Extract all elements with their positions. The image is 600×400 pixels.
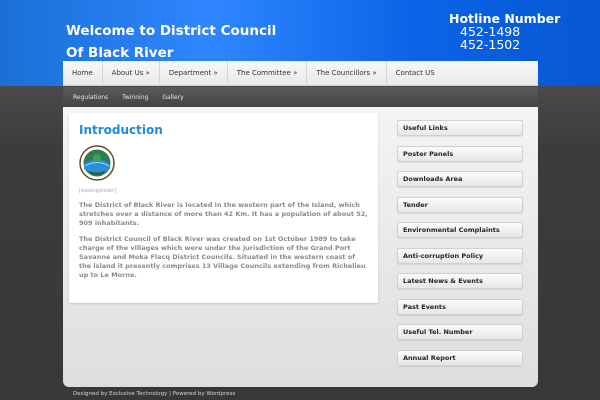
sidebar-item-useful-tel-number[interactable]: Useful Tel. Number <box>397 324 523 340</box>
sidebar-item-past-events[interactable]: Past Events <box>397 298 523 315</box>
council-logo <box>79 145 115 181</box>
nav-item-department[interactable]: Department » <box>160 60 228 86</box>
site-title-line2[interactable]: Of Black River <box>66 44 276 62</box>
nav-item-home[interactable]: Home <box>63 60 103 86</box>
sidebar-item-poster-panels[interactable]: Poster Panels <box>397 145 523 162</box>
nav-item-about-us[interactable]: About Us » <box>103 60 160 86</box>
main-nav: Home About Us » Department » The Committ… <box>63 60 538 86</box>
council-logo-icon <box>79 145 115 181</box>
sidebar-item-tender[interactable]: Tender <box>397 196 523 213</box>
nav-item-the-councillors[interactable]: The Councillors » <box>307 60 387 86</box>
sidebar-item-annual-report[interactable]: Annual Report <box>397 349 523 366</box>
footer-credits: Designed by Exclusive Technology | Power… <box>73 391 236 397</box>
site-title[interactable]: Welcome to District Council Of Black Riv… <box>66 22 276 66</box>
content-panel: Introduction [easingslider] The District… <box>69 113 378 303</box>
sidebar-item-latest-news-events[interactable]: Latest News & Events <box>397 273 523 289</box>
sub-nav: Regulations Twinning Gallery <box>63 87 538 107</box>
site-title-line1[interactable]: Welcome to District Council <box>66 22 276 40</box>
intro-paragraph-1: The District of Black River is located i… <box>79 201 368 227</box>
sidebar-item-useful-links[interactable]: Useful Links <box>397 120 523 136</box>
sidebar: Useful Links Poster Panels Downloads Are… <box>397 120 523 375</box>
slider-shortcode-text: [easingslider] <box>79 188 117 194</box>
subnav-item-gallery[interactable]: Gallery <box>157 94 188 101</box>
hotline-block: Hotline Number 452-1498 452-1502 <box>449 12 560 51</box>
subnav-item-twinning[interactable]: Twinning <box>117 94 153 101</box>
sidebar-item-environmental-complaints[interactable]: Environmental Complaints <box>397 222 523 238</box>
intro-paragraph-2: The District Council of Black River was … <box>79 235 366 279</box>
hotline-number-2: 452-1502 <box>460 37 521 52</box>
nav-item-the-committee[interactable]: The Committee » <box>228 60 308 86</box>
page-title: Introduction <box>79 123 163 137</box>
sidebar-item-downloads-area[interactable]: Downloads Area <box>397 171 523 187</box>
subnav-item-regulations[interactable]: Regulations <box>68 94 113 101</box>
nav-item-contact-us[interactable]: Contact US <box>387 61 444 86</box>
main-wrapper: Introduction [easingslider] The District… <box>63 107 538 387</box>
sidebar-item-anti-corruption-policy[interactable]: Anti-corruption Policy <box>397 247 523 264</box>
